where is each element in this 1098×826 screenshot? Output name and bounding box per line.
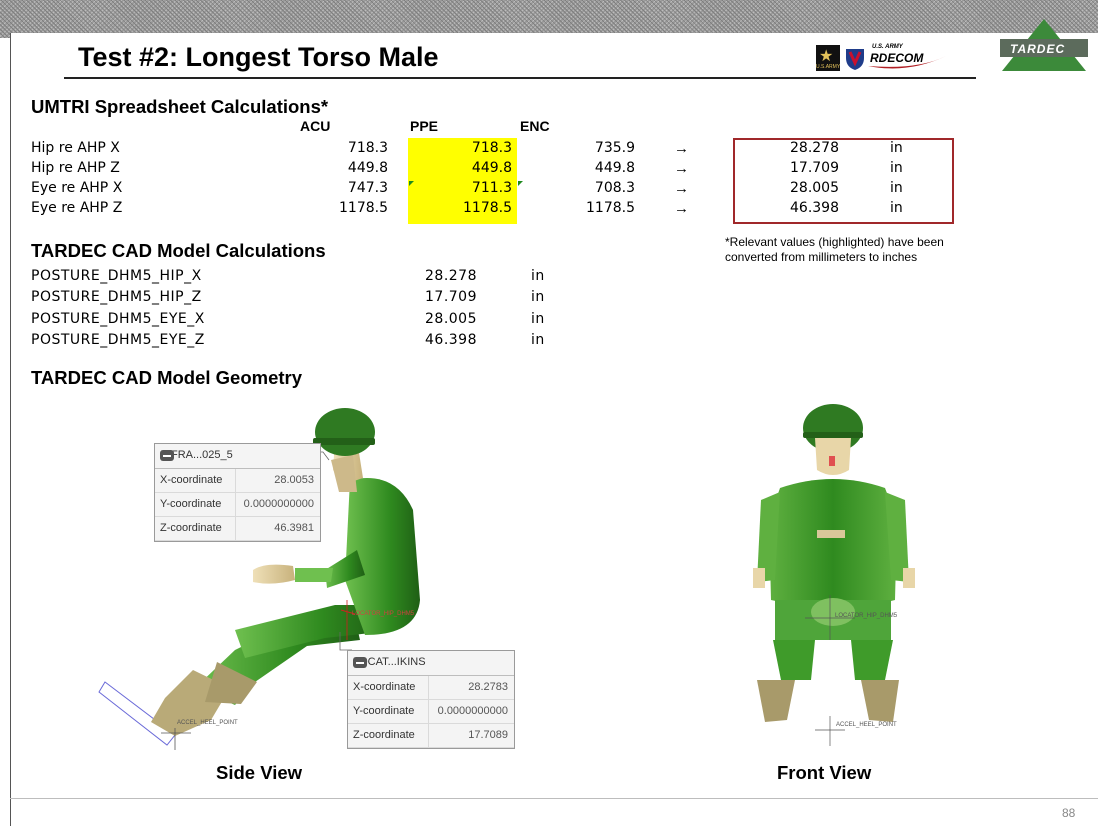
cad-param-name: POSTURE_DHM5_EYE_Z: [31, 332, 205, 348]
coord-key: Y-coordinate: [160, 498, 222, 510]
army-star-icon: ★: [819, 48, 834, 65]
coord-value: 46.3981: [274, 522, 314, 534]
umtri-acu-value: 1178.5: [339, 200, 388, 216]
coord-value: 0.0000000000: [437, 705, 508, 717]
cad-param-value: 46.398: [425, 332, 477, 348]
front-hip-locator-label: LOCATOR_HIP_DHM5: [835, 613, 898, 619]
cad-geometry-heading: TARDEC CAD Model Geometry: [31, 367, 303, 388]
umtri-ppe-value: 449.8: [471, 160, 512, 176]
cell-comment-marker-icon: [518, 181, 523, 186]
umtri-enc-value: 708.3: [594, 180, 635, 196]
cad-calc-heading: TARDEC CAD Model Calculations: [31, 240, 326, 261]
minimize-icon[interactable]: [160, 450, 174, 461]
col-header-ppe: PPE: [410, 118, 439, 134]
tardec-logo: TARDEC: [1000, 17, 1088, 73]
arrow-icon: →: [674, 160, 689, 177]
coord-key: X-coordinate: [160, 474, 223, 486]
col-header-acu: ACU: [300, 118, 331, 134]
umtri-acu-value: 718.3: [347, 140, 388, 156]
coord-value: 0.0000000000: [243, 498, 314, 510]
cad-param-unit: in: [531, 289, 545, 305]
coord-value: 28.2783: [468, 681, 508, 693]
coord-key: Z-coordinate: [353, 729, 415, 741]
cad-param-name: POSTURE_DHM5_HIP_Z: [31, 289, 202, 305]
page-number: 88: [1062, 806, 1076, 820]
minimize-icon[interactable]: [353, 657, 367, 668]
rdecom-logo: U.S. ARMY RDECOM: [868, 44, 948, 70]
coord-value: 17.7089: [468, 729, 508, 741]
umtri-row-label: Hip re AHP Z: [31, 160, 120, 176]
col-header-enc: ENC: [520, 118, 550, 134]
cad-param-value: 17.709: [425, 289, 477, 305]
conversion-note: *Relevant values (highlighted) have been…: [725, 235, 944, 264]
panel-divider: [235, 469, 236, 541]
us-army-logo: ★ U.S.ARMY: [816, 45, 840, 71]
cell-comment-marker-icon: [409, 181, 414, 186]
cad-param-unit: in: [531, 268, 545, 284]
panel-divider: [428, 676, 429, 748]
front-view-figure: [753, 404, 915, 746]
front-heel-point-label: ACCEL_HEEL_POINT: [836, 722, 897, 728]
umtri-ppe-value: 718.3: [471, 140, 512, 156]
arrow-icon: →: [674, 140, 689, 157]
umtri-heading: UMTRI Spreadsheet Calculations*: [31, 96, 329, 117]
umtri-row-label: Eye re AHP Z: [31, 200, 123, 216]
eye-point-info-panel: INFRA...025_5 X-coordinate 28.0053 Y-coor…: [154, 443, 321, 542]
umtri-row-label: Eye re AHP X: [31, 180, 123, 196]
cad-param-unit: in: [531, 332, 545, 348]
umtri-ppe-value: 711.3: [471, 180, 512, 196]
umtri-enc-value: 449.8: [594, 160, 635, 176]
footer-divider: [10, 798, 1098, 799]
rdecom-small-text: U.S. ARMY: [872, 44, 903, 50]
cad-param-name: POSTURE_DHM5_EYE_X: [31, 311, 205, 327]
coord-key: Z-coordinate: [160, 522, 222, 534]
side-view-caption: Side View: [216, 762, 303, 783]
coord-key: X-coordinate: [353, 681, 416, 693]
title-underline: [64, 77, 976, 79]
arrow-icon: →: [674, 180, 689, 197]
rdecom-main-text: RDECOM: [870, 51, 924, 65]
front-view-caption: Front View: [777, 762, 872, 783]
shield-logo-icon: [846, 49, 864, 70]
cad-param-value: 28.278: [425, 268, 477, 284]
army-logo-label: U.S.ARMY: [816, 64, 841, 70]
side-hip-locator-label: LOCATOR_HIP_DHM5: [352, 611, 415, 617]
umtri-enc-value: 735.9: [594, 140, 635, 156]
umtri-acu-value: 449.8: [347, 160, 388, 176]
cad-param-value: 28.005: [425, 311, 477, 327]
hip-point-info-panel: LOCAT...IKINS X-coordinate 28.2783 Y-coor…: [347, 650, 515, 749]
coord-value: 28.0053: [274, 474, 314, 486]
umtri-row-label: Hip re AHP X: [31, 140, 120, 156]
side-heel-point-label: ACCEL_HEEL_POINT: [177, 720, 238, 726]
coord-key: Y-coordinate: [353, 705, 415, 717]
tardec-logo-text: TARDEC: [1010, 42, 1066, 56]
arrow-icon: →: [674, 200, 689, 217]
umtri-ppe-value: 1178.5: [463, 200, 512, 216]
cad-param-name: POSTURE_DHM5_HIP_X: [31, 268, 202, 284]
converted-values-box: [733, 138, 954, 224]
umtri-acu-value: 747.3: [347, 180, 388, 196]
umtri-enc-value: 1178.5: [586, 200, 635, 216]
cad-param-unit: in: [531, 311, 545, 327]
slide-title: Test #2: Longest Torso Male: [78, 42, 439, 72]
